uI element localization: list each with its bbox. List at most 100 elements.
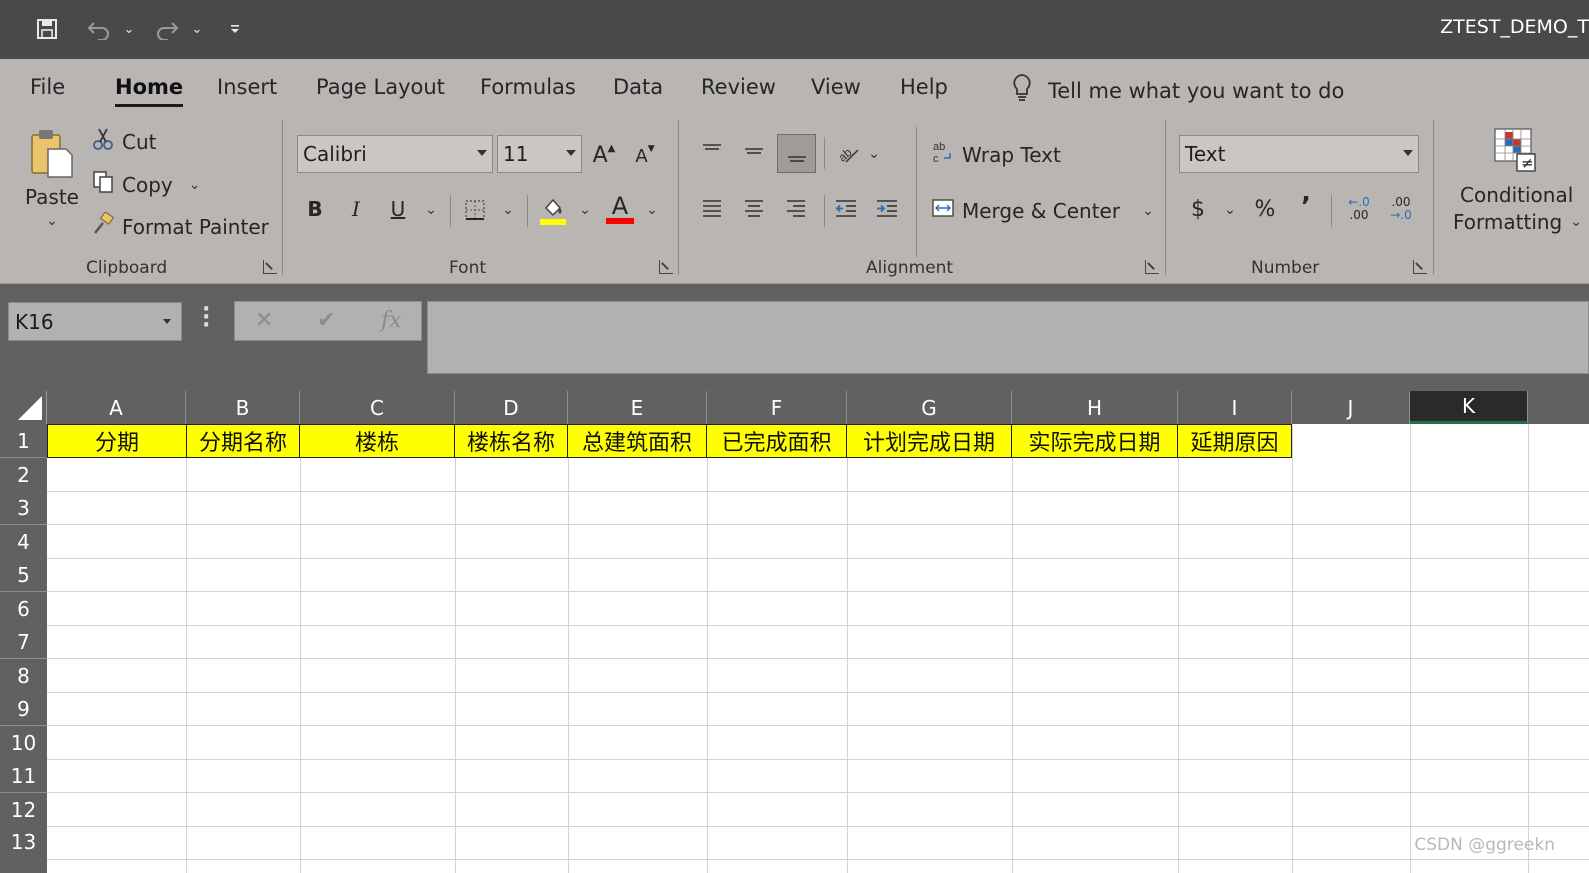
decrease-font-size-button[interactable]: A ▼ bbox=[633, 141, 657, 171]
format-painter-button[interactable]: Format Painter bbox=[92, 211, 269, 241]
tab-page-layout[interactable]: Page Layout bbox=[316, 75, 445, 99]
italic-button[interactable]: I bbox=[344, 193, 368, 225]
column-header-h[interactable]: H bbox=[1012, 391, 1178, 424]
fill-color-dropdown-icon[interactable]: ⌄ bbox=[576, 197, 594, 223]
row-header[interactable]: 10 bbox=[0, 726, 47, 760]
cell-g1[interactable]: 计划完成日期 bbox=[847, 424, 1012, 458]
orientation-icon[interactable]: ab bbox=[834, 137, 862, 169]
conditional-formatting-icon[interactable]: ≠ bbox=[1488, 125, 1540, 175]
row-header[interactable]: 3 bbox=[0, 491, 47, 525]
font-color-icon[interactable]: A bbox=[604, 191, 636, 227]
underline-dropdown-icon[interactable]: ⌄ bbox=[422, 197, 440, 223]
row-header[interactable]: 1 bbox=[0, 424, 47, 458]
row-header[interactable]: 2 bbox=[0, 458, 47, 492]
row-header[interactable]: 9 bbox=[0, 692, 47, 726]
insert-function-icon[interactable]: fx bbox=[381, 308, 402, 333]
cancel-icon[interactable]: ✕ bbox=[255, 308, 273, 333]
customize-qat-icon[interactable] bbox=[224, 14, 246, 44]
tab-file[interactable]: File bbox=[30, 75, 65, 99]
borders-icon[interactable] bbox=[462, 195, 488, 225]
orientation-dropdown-icon[interactable]: ⌄ bbox=[865, 141, 883, 167]
column-header-l[interactable] bbox=[1528, 391, 1589, 424]
copy-dropdown-icon[interactable]: ⌄ bbox=[189, 177, 201, 193]
row-header[interactable]: 7 bbox=[0, 625, 47, 659]
cell-i1[interactable]: 延期原因 bbox=[1178, 424, 1292, 458]
row-header[interactable]: 5 bbox=[0, 558, 47, 592]
tab-insert[interactable]: Insert bbox=[217, 75, 277, 99]
column-header-k[interactable]: K bbox=[1410, 391, 1528, 424]
row-header[interactable]: 8 bbox=[0, 659, 47, 693]
align-middle-icon[interactable] bbox=[740, 135, 768, 167]
conditional-formatting-line1[interactable]: Conditional bbox=[1460, 183, 1573, 207]
tab-review[interactable]: Review bbox=[701, 75, 776, 99]
cell-f1[interactable]: 已完成面积 bbox=[707, 424, 847, 458]
column-header-i[interactable]: I bbox=[1178, 391, 1292, 424]
copy-button[interactable]: Copy ⌄ bbox=[92, 170, 200, 199]
redo-icon[interactable] bbox=[152, 14, 182, 44]
column-header-d[interactable]: D bbox=[455, 391, 568, 424]
row-header[interactable]: 12 bbox=[0, 793, 47, 827]
more-options-icon[interactable]: · · · bbox=[202, 299, 210, 337]
tab-formulas[interactable]: Formulas bbox=[480, 75, 576, 99]
number-launcher-icon[interactable] bbox=[1413, 260, 1427, 274]
column-header-j[interactable]: J bbox=[1292, 391, 1410, 424]
row-header[interactable]: 6 bbox=[0, 592, 47, 626]
decrease-indent-icon[interactable] bbox=[832, 193, 860, 225]
paste-button[interactable]: Paste ⌄ bbox=[25, 185, 79, 229]
row-header[interactable]: 13 bbox=[0, 826, 47, 873]
paste-icon[interactable] bbox=[22, 125, 78, 181]
select-all-corner[interactable] bbox=[0, 391, 47, 424]
percent-button[interactable]: % bbox=[1251, 193, 1279, 225]
undo-dropdown-icon[interactable]: ⌄ bbox=[118, 14, 140, 44]
increase-indent-icon[interactable] bbox=[873, 193, 901, 225]
row-header[interactable]: 4 bbox=[0, 525, 47, 559]
tell-me-search[interactable]: Tell me what you want to do bbox=[1010, 72, 1344, 109]
cut-button[interactable]: Cut bbox=[92, 127, 156, 156]
tab-data[interactable]: Data bbox=[613, 75, 663, 99]
cell-d1[interactable]: 楼栋名称 bbox=[455, 424, 568, 458]
increase-decimal-button[interactable]: ←.0 .00 bbox=[1342, 191, 1376, 227]
font-color-dropdown-icon[interactable]: ⌄ bbox=[643, 197, 661, 223]
alignment-launcher-icon[interactable] bbox=[1145, 260, 1159, 274]
undo-icon[interactable] bbox=[84, 14, 114, 44]
font-launcher-icon[interactable] bbox=[659, 260, 673, 274]
borders-dropdown-icon[interactable]: ⌄ bbox=[499, 197, 517, 223]
align-top-icon[interactable] bbox=[698, 135, 726, 167]
save-icon[interactable] bbox=[34, 14, 60, 44]
column-header-b[interactable]: B bbox=[186, 391, 300, 424]
font-name-select[interactable]: Calibri bbox=[297, 135, 493, 173]
align-left-icon[interactable] bbox=[698, 193, 726, 225]
number-format-select[interactable]: Text bbox=[1179, 135, 1419, 173]
align-right-icon[interactable] bbox=[782, 193, 810, 225]
column-header-c[interactable]: C bbox=[300, 391, 455, 424]
enter-icon[interactable]: ✔ bbox=[317, 308, 335, 333]
redo-dropdown-icon[interactable]: ⌄ bbox=[186, 14, 208, 44]
currency-dropdown-icon[interactable]: ⌄ bbox=[1221, 197, 1239, 223]
cell-e1[interactable]: 总建筑面积 bbox=[568, 424, 707, 458]
align-bottom-icon[interactable] bbox=[777, 134, 816, 173]
column-header-f[interactable]: F bbox=[707, 391, 847, 424]
cell-a1[interactable]: 分期 bbox=[47, 424, 187, 458]
underline-button[interactable]: U bbox=[386, 193, 410, 225]
formula-input[interactable] bbox=[427, 301, 1589, 374]
column-header-a[interactable]: A bbox=[47, 391, 186, 424]
font-size-select[interactable]: 11 bbox=[497, 135, 582, 173]
wrap-text-button[interactable]: ab c Wrap Text bbox=[932, 140, 1061, 169]
conditional-formatting-button[interactable]: Formatting ⌄ bbox=[1453, 210, 1582, 234]
tab-home[interactable]: Home bbox=[115, 75, 184, 107]
cell-h1[interactable]: 实际完成日期 bbox=[1012, 424, 1178, 458]
cell-c1[interactable]: 楼栋 bbox=[300, 424, 455, 458]
align-center-icon[interactable] bbox=[740, 193, 768, 225]
comma-style-button[interactable]: ’ bbox=[1294, 191, 1318, 223]
tab-view[interactable]: View bbox=[811, 75, 861, 99]
cell-b1[interactable]: 分期名称 bbox=[187, 424, 300, 458]
clipboard-launcher-icon[interactable] bbox=[263, 260, 277, 274]
column-header-g[interactable]: G bbox=[847, 391, 1012, 424]
column-header-e[interactable]: E bbox=[568, 391, 707, 424]
tab-help[interactable]: Help bbox=[900, 75, 948, 99]
row-header[interactable]: 11 bbox=[0, 759, 47, 793]
name-box[interactable]: K16 bbox=[8, 302, 182, 341]
decrease-decimal-button[interactable]: .00 →.0 bbox=[1384, 191, 1418, 227]
merge-center-button[interactable]: Merge & Center ⌄ bbox=[932, 197, 1154, 224]
merge-center-dropdown-icon[interactable]: ⌄ bbox=[1142, 203, 1154, 219]
